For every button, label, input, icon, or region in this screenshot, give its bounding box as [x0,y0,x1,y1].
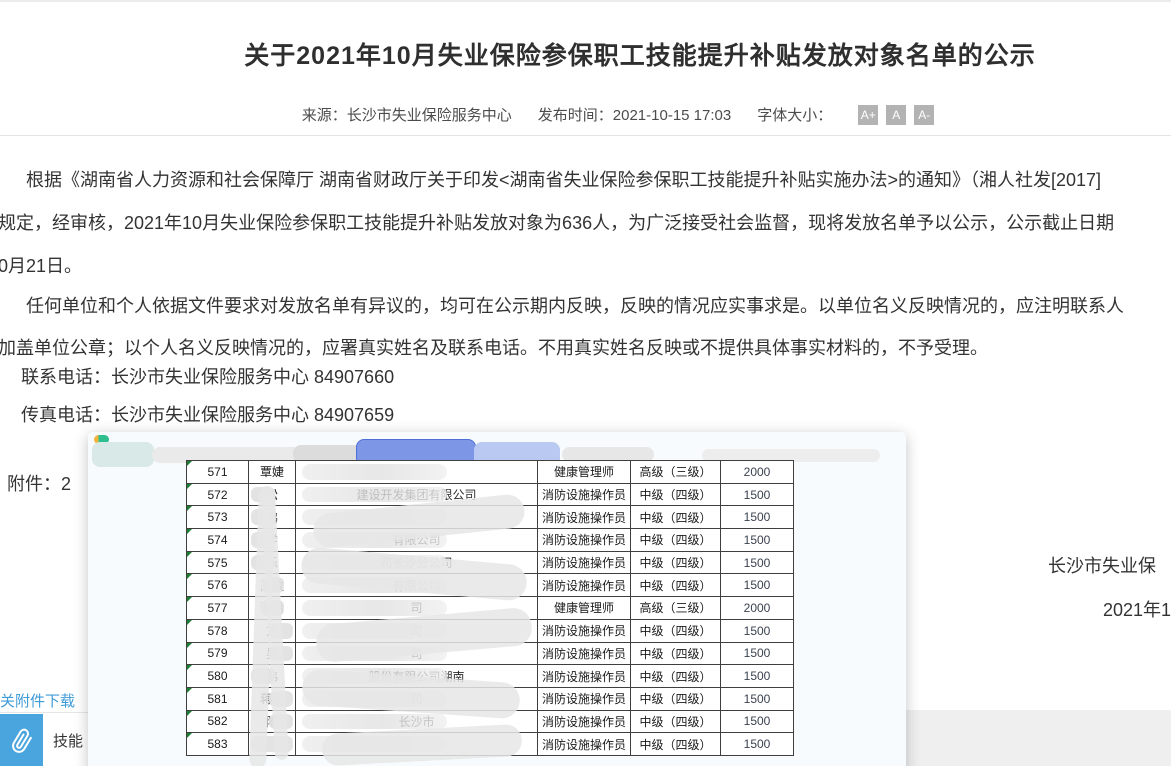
body-line: 加盖单位公章；以个人名义反映情况的，应署真实姓名及联系电话。不用真实姓名反映或不… [0,334,988,360]
attachment-label: 附件：2 [7,470,71,496]
signature-date: 2021年1 [1103,596,1171,622]
body-line: 0月21日。 [0,252,82,278]
occupation-cell: 健康管理师 [538,461,631,484]
amount-cell: 1500 [721,483,794,506]
redaction-blob [302,600,447,616]
amount-cell: 1500 [721,687,794,710]
amount-cell: 2000 [721,461,794,484]
body-line: 根据《湖南省人力资源和社会保障厅 湖南省财政厅关于印发<湖南省失业保险参保职工技… [26,166,1101,192]
level-cell: 中级（四级） [631,529,721,552]
row-number-cell: 575 [187,551,249,574]
occupation-cell: 消防设施操作员 [538,687,631,710]
attachment-row-background [905,710,1171,766]
level-cell: 高级（三级） [631,597,721,620]
amount-cell: 1500 [721,619,794,642]
name-cell: 覃婕 [249,461,296,484]
amount-cell: 1500 [721,506,794,529]
level-cell: 中级（四级） [631,733,721,756]
level-cell: 中级（四级） [631,574,721,597]
body-line: 任何单位和个人依据文件要求对发放名单有异议的，均可在公示期内反映，反映的情况应实… [26,292,1124,318]
redaction-blob [302,487,447,503]
occupation-cell: 消防设施操作员 [538,642,631,665]
row-number-cell: 571 [187,461,249,484]
related-attachments-link[interactable]: 关附件下载 [0,690,75,711]
row-number-cell: 582 [187,710,249,733]
row-number-cell: 579 [187,642,249,665]
row-number-cell: 583 [187,733,249,756]
occupation-cell: 消防设施操作员 [538,619,631,642]
occupation-cell: 消防设施操作员 [538,529,631,552]
level-cell: 中级（四级） [631,642,721,665]
table-row: 571 覃婕 健康管理师 高级（三级） 2000 [187,461,794,484]
company-cell [296,461,538,484]
amount-cell: 1500 [721,574,794,597]
source-label: 来源：长沙市失业保险服务中心 [302,104,512,125]
row-number-cell: 572 [187,483,249,506]
font-decrease-button[interactable]: A- [914,105,934,125]
amount-cell: 1500 [721,529,794,552]
font-increase-button[interactable]: A+ [858,105,878,125]
occupation-cell: 消防设施操作员 [538,551,631,574]
occupation-cell: 消防设施操作员 [538,710,631,733]
level-cell: 中级（四级） [631,619,721,642]
occupation-cell: 消防设施操作员 [538,574,631,597]
occupation-cell: 消防设施操作员 [538,665,631,688]
font-normal-button[interactable]: A [886,105,906,125]
row-number-cell: 577 [187,597,249,620]
redaction-blob [302,464,447,480]
attachment-file-link[interactable]: 技能 [53,730,83,751]
fax-phone-line: 传真电话：长沙市失业保险服务中心 84907659 [21,401,394,427]
paperclip-icon[interactable] [0,714,43,766]
notice-page: 关于2021年10月失业保险参保职工技能提升补贴发放对象名单的公示 来源：长沙市… [0,0,1171,766]
level-cell: 高级（三级） [631,461,721,484]
amount-cell: 1500 [721,733,794,756]
occupation-cell: 健康管理师 [538,597,631,620]
body-line: 规定，经审核，2021年10月失业保险参保职工技能提升补贴发放对象为636人，为… [0,209,1114,235]
row-number-cell: 576 [187,574,249,597]
row-number-cell: 573 [187,506,249,529]
signature-org: 长沙市失业保 [1048,552,1156,578]
publish-time-label: 发布时间：2021-10-15 17:03 [538,104,731,125]
amount-cell: 2000 [721,597,794,620]
occupation-cell: 消防设施操作员 [538,733,631,756]
amount-cell: 1500 [721,642,794,665]
contact-phone-line: 联系电话：长沙市失业保险服务中心 84907660 [21,363,394,389]
page-title: 关于2021年10月失业保险参保职工技能提升补贴发放对象名单的公示 [0,36,1171,72]
level-cell: 中级（四级） [631,483,721,506]
level-cell: 中级（四级） [631,506,721,529]
occupation-cell: 消防设施操作员 [538,506,631,529]
row-number-cell: 580 [187,665,249,688]
amount-cell: 1500 [721,665,794,688]
amount-cell: 1500 [721,710,794,733]
fontsize-label: 字体大小： [757,104,832,125]
row-number-cell: 574 [187,529,249,552]
attachment-preview-image: 571 覃婕 健康管理师 高级（三级） 2000 572 松 建设开发集团有限公… [88,432,906,766]
amount-cell: 1500 [721,551,794,574]
fontsize-buttons: A+ A A- [858,105,934,125]
header-divider [0,135,1171,136]
level-cell: 中级（四级） [631,710,721,733]
level-cell: 中级（四级） [631,551,721,574]
level-cell: 中级（四级） [631,687,721,710]
redaction-blob [92,442,154,467]
row-number-cell: 578 [187,619,249,642]
level-cell: 中级（四级） [631,665,721,688]
row-number-cell: 581 [187,687,249,710]
meta-bar: 来源：长沙市失业保险服务中心 发布时间：2021-10-15 17:03 字体大… [0,104,1171,125]
redaction-blob [302,714,447,730]
occupation-cell: 消防设施操作员 [538,483,631,506]
